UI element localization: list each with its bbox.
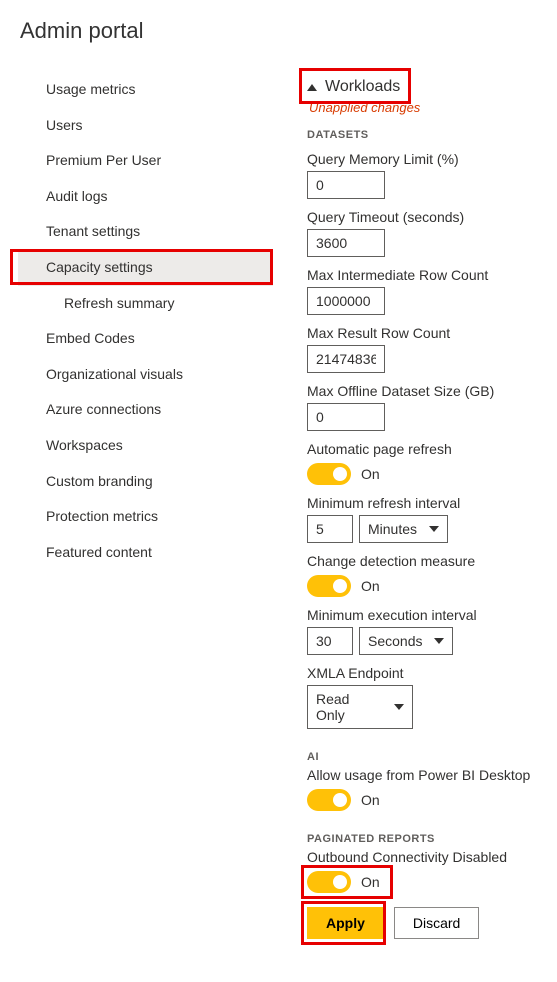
workloads-section-header[interactable]: Workloads [307, 72, 557, 100]
automatic-page-refresh-state: On [361, 466, 380, 482]
max-intermediate-row-count-label: Max Intermediate Row Count [307, 267, 557, 283]
sidebar-item-tenant-settings[interactable]: Tenant settings [18, 214, 273, 250]
minimum-execution-interval-input[interactable] [307, 627, 353, 655]
unapplied-changes-text: Unapplied changes [307, 100, 557, 115]
chevron-down-icon [434, 638, 444, 644]
sidebar-nav: Usage metrics Users Premium Per User Aud… [18, 72, 273, 939]
workloads-section-title: Workloads [325, 78, 400, 96]
max-offline-dataset-size-input[interactable] [307, 403, 385, 431]
ai-group-heading: AI [307, 751, 557, 763]
sidebar-item-workspaces[interactable]: Workspaces [18, 428, 273, 464]
paginated-reports-group-heading: PAGINATED REPORTS [307, 833, 557, 845]
minimum-refresh-interval-input[interactable] [307, 515, 353, 543]
allow-usage-desktop-state: On [361, 792, 380, 808]
minimum-refresh-interval-label: Minimum refresh interval [307, 495, 557, 511]
sidebar-item-refresh-summary[interactable]: Refresh summary [18, 286, 273, 322]
minimum-execution-interval-unit-select[interactable]: Seconds [359, 627, 453, 655]
sidebar-item-organizational-visuals[interactable]: Organizational visuals [18, 357, 273, 393]
outbound-connectivity-disabled-label: Outbound Connectivity Disabled [307, 849, 557, 865]
sidebar-item-protection-metrics[interactable]: Protection metrics [18, 499, 273, 535]
minimum-execution-interval-unit-value: Seconds [368, 633, 422, 649]
chevron-down-icon [394, 704, 404, 710]
outbound-connectivity-disabled-toggle[interactable] [307, 871, 351, 893]
page-title: Admin portal [18, 18, 557, 44]
minimum-refresh-interval-unit-value: Minutes [368, 521, 417, 537]
caret-up-icon [307, 84, 317, 91]
max-intermediate-row-count-input[interactable] [307, 287, 385, 315]
change-detection-measure-toggle[interactable] [307, 575, 351, 597]
query-memory-limit-input[interactable] [307, 171, 385, 199]
layout-container: Usage metrics Users Premium Per User Aud… [18, 72, 557, 939]
change-detection-measure-label: Change detection measure [307, 553, 557, 569]
xmla-endpoint-value: Read Only [316, 691, 382, 723]
minimum-refresh-interval-unit-select[interactable]: Minutes [359, 515, 448, 543]
outbound-connectivity-disabled-state: On [361, 874, 380, 890]
xmla-endpoint-label: XMLA Endpoint [307, 665, 557, 681]
max-result-row-count-input[interactable] [307, 345, 385, 373]
allow-usage-desktop-label: Allow usage from Power BI Desktop [307, 767, 557, 783]
sidebar-item-embed-codes[interactable]: Embed Codes [18, 321, 273, 357]
main-panel: Workloads Unapplied changes DATASETS Que… [273, 72, 557, 939]
automatic-page-refresh-label: Automatic page refresh [307, 441, 557, 457]
query-memory-limit-label: Query Memory Limit (%) [307, 151, 557, 167]
change-detection-measure-state: On [361, 578, 380, 594]
sidebar-item-audit-logs[interactable]: Audit logs [18, 179, 273, 215]
max-result-row-count-label: Max Result Row Count [307, 325, 557, 341]
sidebar-item-users[interactable]: Users [18, 108, 273, 144]
apply-button[interactable]: Apply [307, 907, 384, 939]
sidebar-item-premium-per-user[interactable]: Premium Per User [18, 143, 273, 179]
max-offline-dataset-size-label: Max Offline Dataset Size (GB) [307, 383, 557, 399]
minimum-execution-interval-label: Minimum execution interval [307, 607, 557, 623]
discard-button[interactable]: Discard [394, 907, 479, 939]
datasets-group-heading: DATASETS [307, 129, 557, 141]
xmla-endpoint-select[interactable]: Read Only [307, 685, 413, 729]
sidebar-item-capacity-settings[interactable]: Capacity settings [18, 250, 273, 286]
sidebar-item-custom-branding[interactable]: Custom branding [18, 464, 273, 500]
sidebar-item-usage-metrics[interactable]: Usage metrics [18, 72, 273, 108]
sidebar-item-featured-content[interactable]: Featured content [18, 535, 273, 571]
allow-usage-desktop-toggle[interactable] [307, 789, 351, 811]
automatic-page-refresh-toggle[interactable] [307, 463, 351, 485]
sidebar-item-azure-connections[interactable]: Azure connections [18, 392, 273, 428]
query-timeout-label: Query Timeout (seconds) [307, 209, 557, 225]
query-timeout-input[interactable] [307, 229, 385, 257]
chevron-down-icon [429, 526, 439, 532]
